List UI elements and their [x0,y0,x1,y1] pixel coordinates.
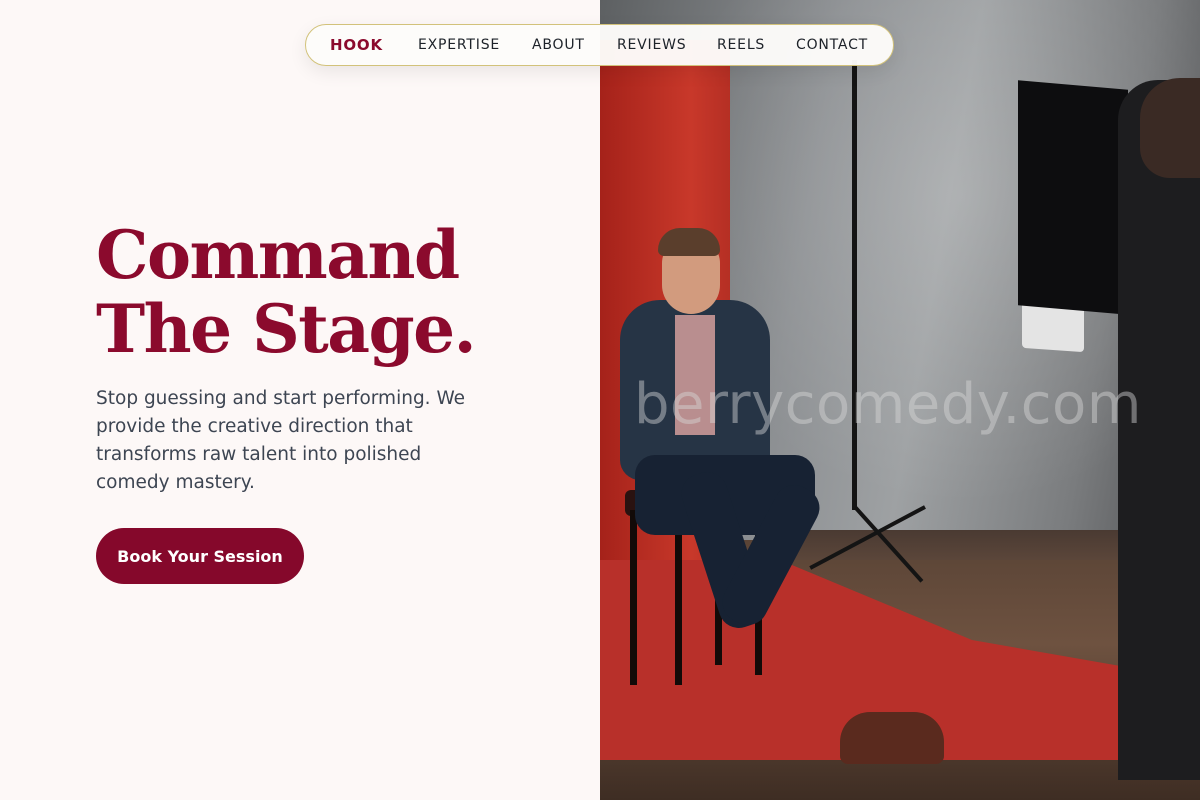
softbox-light [1018,80,1128,315]
hero-headline: Command The Stage. [96,216,477,368]
book-session-button[interactable]: Book Your Session [96,528,304,584]
nav-item-about[interactable]: ABOUT [532,37,585,53]
nav-item-reviews[interactable]: REVIEWS [617,37,686,53]
light-stand [852,60,857,510]
nav-item-contact[interactable]: CONTACT [796,37,868,53]
main-nav: HOOK EXPERTISE ABOUT REVIEWS REELS CONTA… [305,24,894,66]
hero-left-panel: Command The Stage. Stop guessing and sta… [0,0,600,800]
headline-line-2: The Stage. [96,290,477,368]
watermark: berrycomedy.com [634,372,1142,437]
sneaker [840,712,944,764]
hero-subtext: Stop guessing and start performing. We p… [96,388,466,493]
nav-item-expertise[interactable]: EXPERTISE [418,37,500,53]
nav-item-hook[interactable]: HOOK [330,36,383,54]
hero-photo: berrycomedy.com [600,0,1200,800]
nav-item-reels[interactable]: REELS [717,37,765,53]
headline-line-1: Command [96,216,460,294]
